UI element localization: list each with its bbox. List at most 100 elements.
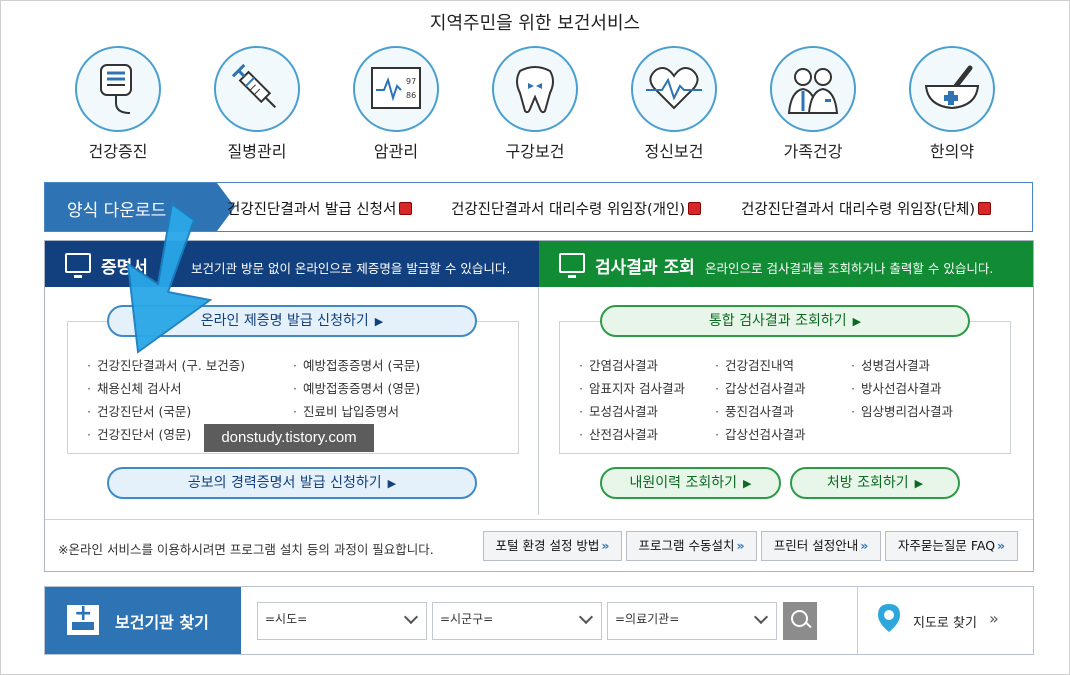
heart-pulse-icon <box>631 46 717 132</box>
chevron-down-icon <box>578 609 594 625</box>
service-oral-health[interactable]: 구강보건 <box>485 46 585 162</box>
result-item[interactable]: 풍진검사결과 <box>715 401 794 420</box>
cert-item[interactable]: 건강진단서 (국문) <box>87 401 191 420</box>
arrow-right-icon: ▶ <box>914 477 924 490</box>
button-label: 통합 검사결과 조회하기 <box>708 313 847 329</box>
page-title: 지역주민을 위한 보건서비스 <box>429 13 641 34</box>
result-item[interactable]: 임상병리검사결과 <box>851 401 953 420</box>
result-item[interactable]: 간염검사결과 <box>579 355 658 374</box>
manual-install-button[interactable]: 프로그램 수동설치» <box>626 531 757 561</box>
syringe-icon <box>214 46 300 132</box>
certificate-description: 보건기관 방문 없이 온라인으로 제증명을 발급할 수 있습니다. <box>191 261 511 276</box>
hospital-icon <box>67 601 99 635</box>
arrow-right-icon: ▶ <box>852 315 862 328</box>
service-label: 한의약 <box>929 142 975 161</box>
find-by-map-label: 지도로 찾기 <box>913 616 977 631</box>
form-link-label: 건강진단결과서 발급 신청서 <box>227 202 397 218</box>
select-value: =시도= <box>265 612 308 626</box>
result-item[interactable]: 갑상선검사결과 <box>715 424 806 443</box>
pdf-icon <box>687 202 701 215</box>
chevron-down-icon <box>403 609 419 625</box>
facility-finder-header: 보건기관 찾기 <box>45 587 241 654</box>
mortar-pestle-icon <box>909 46 995 132</box>
double-chevron-icon: » <box>989 609 999 628</box>
service-health-promotion[interactable]: 건강증진 <box>68 46 168 162</box>
tooth-icon <box>492 46 578 132</box>
button-label: 프로그램 수동설치 <box>638 538 735 553</box>
form-link-application[interactable]: 건강진단결과서 발급 신청서 <box>227 198 413 219</box>
results-title: 검사결과 조회 <box>595 258 695 278</box>
prescription-query-button[interactable]: 처방 조회하기 ▶ <box>790 467 960 499</box>
watermark: donstudy.tistory.com <box>204 424 374 452</box>
service-cancer[interactable]: 97 86 암관리 <box>346 46 446 162</box>
form-link-label: 건강진단결과서 대리수령 위임장(단체) <box>741 202 975 218</box>
monitor-vitals-icon: 97 86 <box>353 46 439 132</box>
service-oriental-medicine[interactable]: 한의약 <box>902 46 1002 162</box>
pointer-arrow-icon <box>126 202 213 354</box>
service-label: 암관리 <box>373 142 419 161</box>
result-item[interactable]: 모성검사결과 <box>579 401 658 420</box>
service-label: 가족건강 <box>783 142 843 161</box>
result-item[interactable]: 산전검사결과 <box>579 424 658 443</box>
install-notice: ※온라인 서비스를 이용하시려면 프로그램 설치 등의 과정이 필요합니다. 포… <box>45 519 1033 572</box>
service-label: 정신보건 <box>644 142 704 161</box>
facility-finder-title: 보건기관 찾기 <box>115 613 209 632</box>
arrow-right-icon: ▶ <box>374 315 384 328</box>
select-value: =의료기관= <box>615 612 680 626</box>
cert-item[interactable]: 진료비 납입증명서 <box>293 401 399 420</box>
form-link-label: 건강진단결과서 대리수령 위임장(개인) <box>451 202 685 218</box>
service-label: 구강보건 <box>505 142 565 161</box>
button-label: 내원이력 조회하기 <box>629 475 738 491</box>
province-select[interactable]: =시도= <box>257 602 427 640</box>
service-label: 질병관리 <box>227 142 287 161</box>
monitor-icon <box>559 253 585 278</box>
double-chevron-icon: » <box>736 538 745 553</box>
visit-history-query-button[interactable]: 내원이력 조회하기 ▶ <box>600 467 781 499</box>
button-label: 자주묻는질문 FAQ <box>897 538 996 553</box>
result-item[interactable]: 건강검진내역 <box>715 355 794 374</box>
service-label: 건강증진 <box>88 142 148 161</box>
monitor-icon <box>65 253 91 278</box>
service-icons: 건강증진 질병관리 97 86 암관리 구강보건 정신보건 가족건강 한의약 <box>40 46 1040 166</box>
search-icon[interactable] <box>783 602 817 640</box>
select-value: =시군구= <box>440 612 494 626</box>
faq-button[interactable]: 자주묻는질문 FAQ» <box>885 531 1018 561</box>
iv-bag-icon <box>75 46 161 132</box>
panel-divider <box>538 287 539 515</box>
button-label: 프린터 설정안내 <box>773 538 859 553</box>
results-header: 검사결과 조회 온라인으로 검사결과를 조회하거나 출력할 수 있습니다. <box>539 241 1033 287</box>
find-by-map-link[interactable]: 지도로 찾기 » <box>877 603 1027 639</box>
result-item[interactable]: 갑상선검사결과 <box>715 378 806 397</box>
button-label: 처방 조회하기 <box>826 475 909 491</box>
result-item[interactable]: 성병검사결과 <box>851 355 930 374</box>
facility-finder-bar: 보건기관 찾기 =시도= =시군구= =의료기관= 지도로 찾기 » <box>44 586 1034 655</box>
service-mental-health[interactable]: 정신보건 <box>624 46 724 162</box>
service-family-health[interactable]: 가족건강 <box>763 46 863 162</box>
facility-select[interactable]: =의료기관= <box>607 602 777 640</box>
divider <box>857 587 858 654</box>
cert-item[interactable]: 예방접종증명서 (국문) <box>293 355 420 374</box>
form-link-proxy-group[interactable]: 건강진단결과서 대리수령 위임장(단체) <box>741 198 991 219</box>
double-chevron-icon: » <box>997 538 1006 553</box>
svg-text:86: 86 <box>406 91 416 100</box>
button-label: 포털 환경 설정 방법 <box>495 538 600 553</box>
cert-item[interactable]: 예방접종증명서 (영문) <box>293 378 420 397</box>
career-certificate-apply-button[interactable]: 공보의 경력증명서 발급 신청하기 ▶ <box>107 467 477 499</box>
integrated-results-query-button[interactable]: 통합 검사결과 조회하기 ▶ <box>600 305 970 337</box>
family-doctors-icon <box>770 46 856 132</box>
cert-item[interactable]: 채용신체 검사서 <box>87 378 181 397</box>
portal-settings-button[interactable]: 포털 환경 설정 방법» <box>483 531 622 561</box>
form-link-proxy-individual[interactable]: 건강진단결과서 대리수령 위임장(개인) <box>451 198 701 219</box>
svg-text:97: 97 <box>406 77 416 86</box>
results-description: 온라인으로 검사결과를 조회하거나 출력할 수 있습니다. <box>705 261 994 276</box>
pdf-icon <box>977 202 991 215</box>
district-select[interactable]: =시군구= <box>432 602 602 640</box>
result-item[interactable]: 암표지자 검사결과 <box>579 378 685 397</box>
service-disease-control[interactable]: 질병관리 <box>207 46 307 162</box>
result-item[interactable]: 방사선검사결과 <box>851 378 942 397</box>
map-pin-icon <box>878 604 900 632</box>
printer-settings-button[interactable]: 프린터 설정안내» <box>761 531 881 561</box>
cert-item[interactable]: 건강진단서 (영문) <box>87 424 191 443</box>
button-label: 공보의 경력증명서 발급 신청하기 <box>187 475 382 491</box>
pdf-icon <box>399 202 413 215</box>
